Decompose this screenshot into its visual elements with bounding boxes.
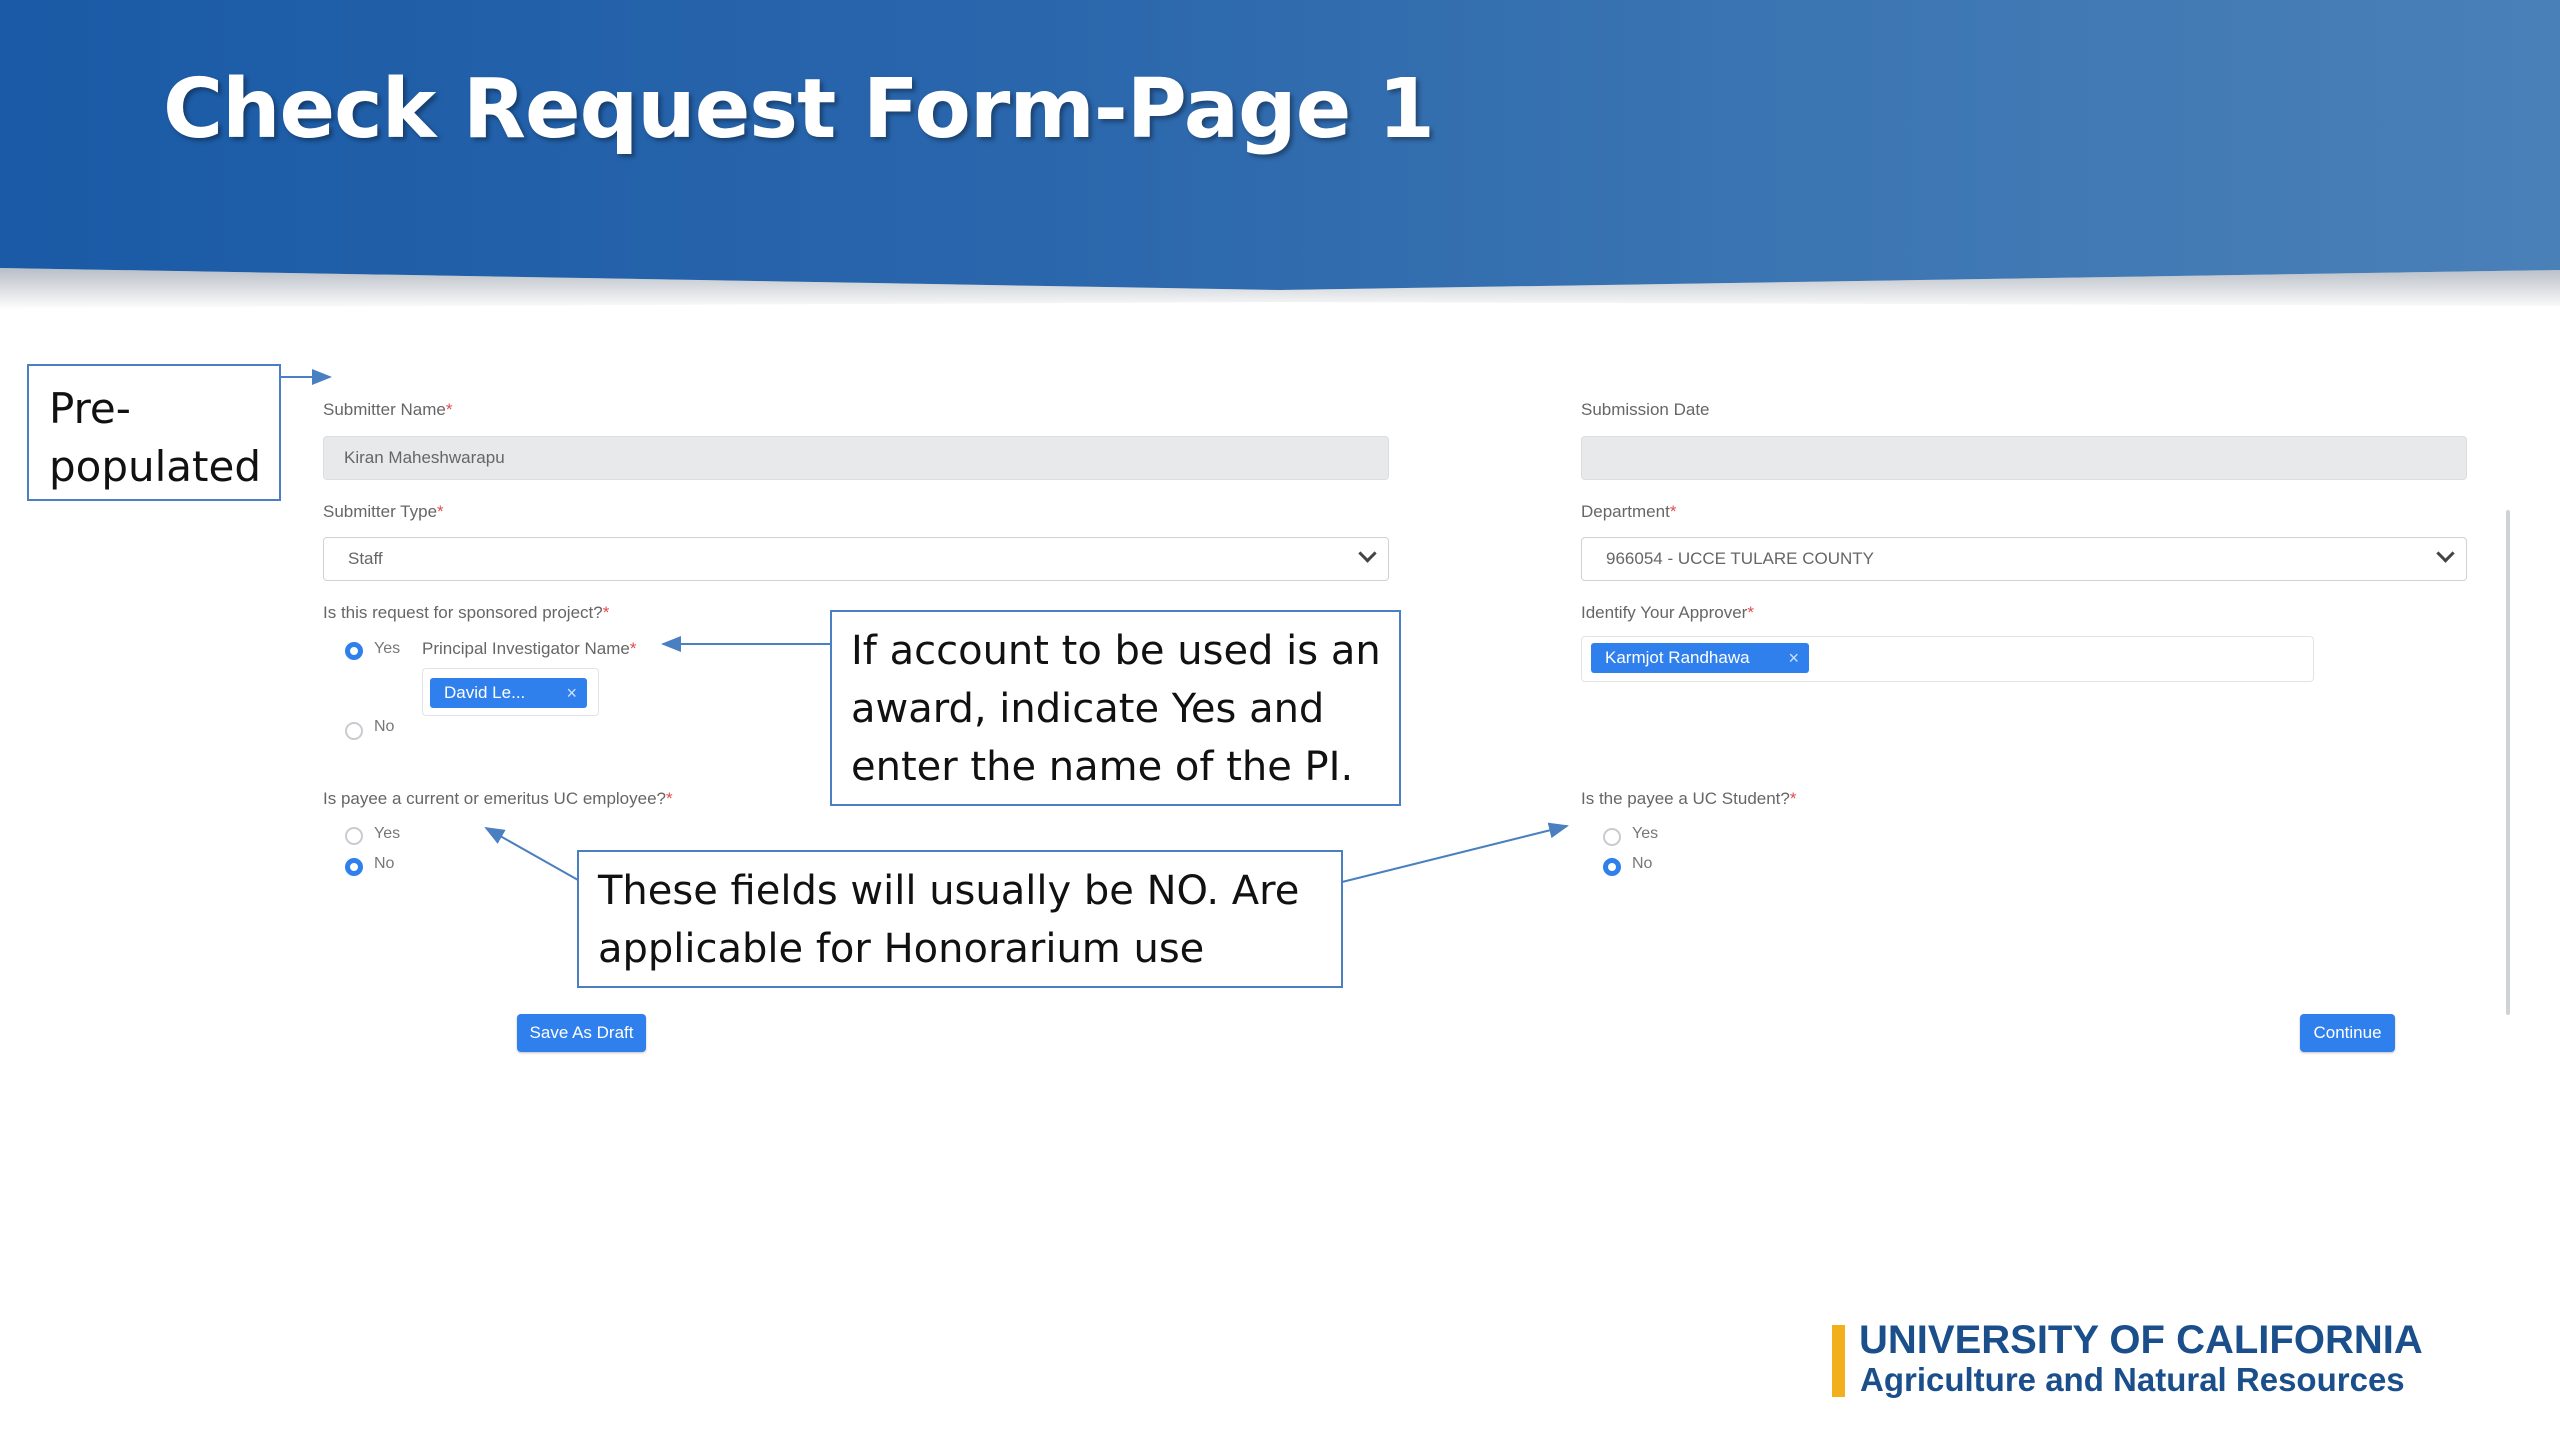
submitter-name-label: Submitter Name* (323, 400, 453, 419)
callout-award-line: award, indicate Yes and (851, 686, 1325, 732)
uc-logo-line2: Agriculture and Natural Resources (1860, 1361, 2405, 1398)
uc-logo-bar (1832, 1325, 1845, 1397)
uc-student-question: Is the payee a UC Student?* (1581, 789, 1797, 808)
arrow-uc-employee (484, 827, 579, 881)
callout-award-line: enter the name of the PI. (851, 744, 1354, 790)
department-label: Department* (1581, 502, 1677, 521)
pi-chip-label: David Le... (444, 683, 526, 702)
close-icon[interactable]: × (566, 678, 577, 708)
scrollbar[interactable] (2506, 510, 2510, 1015)
callout-honorarium-line: These fields will usually be NO. Are (598, 868, 1300, 914)
uc-logo-line1: UNIVERSITY OF CALIFORNIA (1859, 1318, 2423, 1362)
callout-honorarium: These fields will usually be NO. Are app… (577, 850, 1343, 988)
save-as-draft-button[interactable]: Save As Draft (517, 1014, 646, 1052)
uc-student-no-label: No (1632, 855, 1653, 872)
arrow-uc-student (1341, 822, 1569, 883)
sponsored-no-radio[interactable] (345, 722, 363, 740)
callout-award: If account to be used is an award, indic… (830, 610, 1401, 806)
sponsored-yes-label: Yes (374, 640, 401, 657)
submitter-type-value: Staff (348, 549, 383, 568)
submitter-type-label: Submitter Type* (323, 502, 444, 521)
submitter-name-field[interactable]: Kiran Maheshwarapu (323, 436, 1389, 480)
sponsored-no-label: No (374, 718, 395, 735)
continue-button[interactable]: Continue (2300, 1014, 2395, 1052)
submitter-type-select[interactable]: Staff (323, 537, 1389, 581)
callout-prepopulated: Pre- populated (27, 364, 281, 501)
uc-employee-no-radio[interactable] (345, 858, 363, 876)
pi-label: Principal Investigator Name* (422, 639, 637, 658)
chevron-down-icon (2436, 544, 2455, 563)
uc-employee-yes-radio[interactable] (345, 827, 363, 845)
uc-employee-yes-label: Yes (374, 825, 401, 842)
approver-label: Identify Your Approver* (1581, 603, 1754, 622)
uc-student-yes-label: Yes (1632, 825, 1659, 842)
sponsored-question: Is this request for sponsored project?* (323, 603, 610, 622)
callout-award-line: If account to be used is an (851, 628, 1381, 674)
callout-prepopulated-line: populated (49, 442, 262, 491)
submission-date-label: Submission Date (1581, 400, 1710, 419)
slide-title: Check Request Form-Page 1 (163, 62, 1435, 157)
uc-employee-question: Is payee a current or emeritus UC employ… (323, 789, 673, 808)
department-value: 966054 - UCCE TULARE COUNTY (1606, 549, 1874, 568)
approver-chip[interactable]: Karmjot Randhawa × (1591, 643, 1809, 673)
department-select[interactable]: 966054 - UCCE TULARE COUNTY (1581, 537, 2467, 581)
uc-student-yes-radio[interactable] (1603, 828, 1621, 846)
chevron-down-icon (1358, 544, 1377, 563)
submission-date-field[interactable] (1581, 436, 2467, 480)
uc-employee-no-label: No (374, 855, 395, 872)
callout-honorarium-line: applicable for Honorarium use (598, 926, 1205, 972)
pi-chip[interactable]: David Le... × (430, 678, 587, 708)
close-icon[interactable]: × (1788, 643, 1799, 673)
sponsored-yes-radio[interactable] (345, 642, 363, 660)
uc-student-no-radio[interactable] (1603, 858, 1621, 876)
callout-prepopulated-line: Pre- (49, 384, 131, 433)
approver-chip-label: Karmjot Randhawa (1605, 648, 1750, 667)
